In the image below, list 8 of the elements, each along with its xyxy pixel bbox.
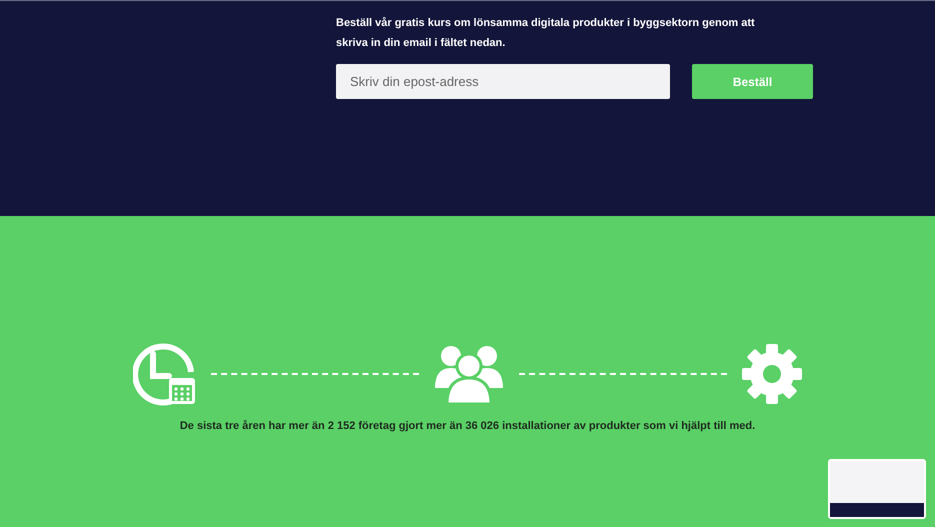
email-field[interactable]: Skriv din epost-adress	[336, 64, 670, 99]
order-button[interactable]: Beställ	[692, 64, 813, 99]
people-group-icon	[432, 344, 504, 404]
clock-calendar-icon	[132, 342, 196, 406]
page-thumbnail[interactable]	[828, 459, 926, 519]
stats-sentence: De sista tre åren har mer än 2 152 företag gjort mer än 36 026 installationer av produkter som vi hjälpt till med.	[180, 419, 756, 434]
signup-intro: Beställ vår gratis kurs om lönsamma digitala produkter i byggsektorn genom att skriva in din email i fältet nedan.	[336, 16, 756, 51]
gear-icon	[740, 343, 802, 405]
